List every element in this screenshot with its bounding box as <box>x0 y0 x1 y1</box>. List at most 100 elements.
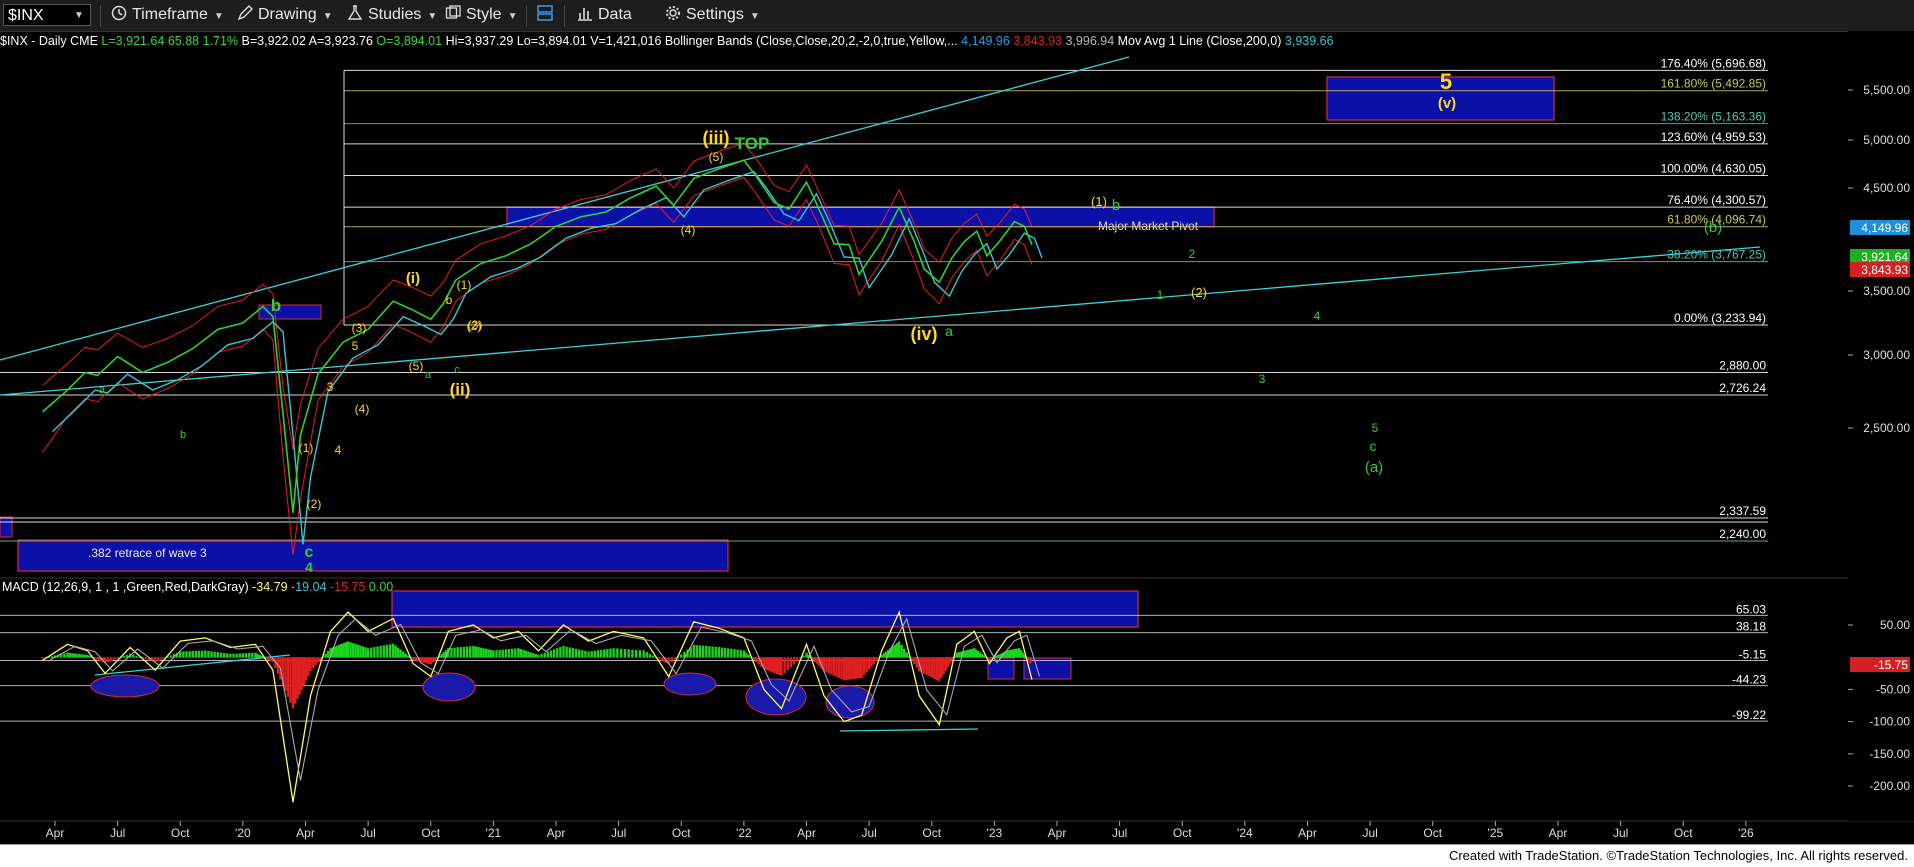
macd-histogram-bar <box>385 644 389 658</box>
macd-histogram-bar <box>88 655 91 658</box>
price-chart[interactable]: Major Market Pivot .382 retrace of wave 3… <box>0 31 1914 844</box>
fib-level-label: 76.40% (4,300.57) <box>1667 193 1766 207</box>
macd-last-value-label: -15.75 <box>1874 658 1908 672</box>
macd-histogram-bar <box>631 649 634 658</box>
macd-histogram-bar <box>204 650 207 658</box>
macd-histogram-bar <box>284 657 287 692</box>
macd-histogram-bar <box>207 650 210 658</box>
macd-histogram-bar <box>673 657 677 660</box>
macd-histogram-bar <box>351 643 355 658</box>
wave-label: 4 <box>305 559 313 575</box>
macd-histogram-bar <box>651 655 655 658</box>
macd-histogram-bar <box>338 644 341 658</box>
macd-axis-tick-label: -50.00 <box>1876 682 1910 696</box>
macd-histogram-bar <box>517 648 520 658</box>
macd-histogram-bar <box>456 647 459 658</box>
macd-histogram-bar <box>612 648 615 658</box>
macd-histogram-bar <box>307 657 310 676</box>
credit-text: Created with TradeStation. ©TradeStation… <box>1448 848 1908 863</box>
timeframe-menu[interactable]: Timeframe ▼ <box>110 5 224 25</box>
macd-histogram-bar <box>895 643 899 658</box>
chevron-down-icon: ▼ <box>507 11 518 22</box>
macd-signal-value: -19.04 <box>291 580 327 594</box>
time-axis-label: '24 <box>1237 826 1253 840</box>
style-menu[interactable]: Style ▼ <box>444 5 517 25</box>
wave-label: (iv) <box>911 324 938 344</box>
macd-histogram-bar <box>933 657 936 679</box>
macd-histogram-bar <box>755 657 758 663</box>
price-level-label: 2,337.59 <box>1719 504 1766 518</box>
macd-histogram-bar <box>232 653 235 658</box>
change-value: 65.88 <box>167 34 200 48</box>
macd-histogram-bar <box>401 651 405 658</box>
price-axis-tick-label: 3,000.00 <box>1863 348 1910 362</box>
layout-button[interactable] <box>536 5 558 25</box>
macd-histogram-bar <box>382 645 385 658</box>
macd-ellipse <box>825 685 875 719</box>
chevron-down-icon[interactable]: ▼ <box>70 5 88 27</box>
macd-histogram-bar <box>840 657 843 680</box>
macd-histogram-bar <box>742 650 746 658</box>
price-axis-tick-label: 2,500.00 <box>1863 421 1910 435</box>
macd-histogram-bar <box>938 657 941 682</box>
macd-histogram-bar <box>642 650 645 658</box>
macd-histogram-bar <box>422 657 426 663</box>
macd-histogram-bar <box>507 649 511 658</box>
macd-histogram-bar <box>78 654 82 658</box>
macd-histogram-bar <box>110 657 113 662</box>
macd-level-label: 38.18 <box>1736 620 1766 634</box>
macd-label: MACD (12,26,9, 1 , 1 ,Green,Red,DarkGray… <box>2 580 249 594</box>
macd-histogram-bar <box>492 650 495 658</box>
data-menu[interactable]: Data <box>576 5 632 25</box>
wave-label: (1) <box>457 278 472 292</box>
symbol-input[interactable]: $INX ▼ <box>3 4 91 26</box>
macd-histogram-bar <box>893 644 897 658</box>
macd-histogram-bar <box>897 641 901 658</box>
wave-label: 2 <box>1189 247 1196 261</box>
macd-histogram-bar <box>219 652 223 658</box>
timeframe-icon <box>111 5 127 21</box>
macd-histogram-bar <box>83 654 87 658</box>
macd-histogram-bar <box>670 657 674 663</box>
settings-label: Settings <box>686 6 744 23</box>
lo-value: Lo=3,894.01 <box>516 34 587 48</box>
macd-histogram-bar <box>577 649 581 658</box>
macd-histogram-bar <box>705 645 708 658</box>
drawing-menu[interactable]: Drawing ▼ <box>236 5 333 25</box>
price-axis-tick-label: 5,000.00 <box>1863 133 1910 147</box>
macd-histogram-bar <box>474 646 478 658</box>
fib-level-label: 38.20% (3,767.25) <box>1667 248 1766 262</box>
macd-histogram-bar <box>391 643 395 658</box>
moving-average-line <box>52 170 1043 545</box>
settings-menu[interactable]: Settings ▼ <box>664 5 760 25</box>
macd-histogram-bar <box>658 657 661 660</box>
macd-histogram-bar <box>510 648 514 658</box>
macd-histogram-bar <box>238 653 241 658</box>
macd-histogram-bar <box>359 645 362 658</box>
macd-histogram-bar <box>524 650 528 658</box>
macd-histogram-bar <box>76 653 79 658</box>
macd-histogram-bar <box>529 652 533 658</box>
macd-histogram-bar <box>964 650 967 658</box>
macd-histogram-bar <box>113 657 116 660</box>
macd-histogram-bar <box>634 649 638 658</box>
macd-histogram-bar <box>574 648 578 658</box>
macd-axis-tick-label: -200.00 <box>1869 779 1910 793</box>
macd-histogram-bar <box>720 647 724 658</box>
macd-box <box>987 657 1015 680</box>
time-axis-label: Jul <box>1613 826 1628 840</box>
macd-histogram-bar <box>723 647 727 658</box>
studies-menu[interactable]: Studies ▼ <box>346 5 437 25</box>
macd-histogram-bar <box>241 653 245 658</box>
macd-histogram-bar <box>867 657 871 670</box>
macd-histogram-bar <box>940 657 943 678</box>
macd-histogram-bar <box>333 646 337 658</box>
macd-histogram-bar <box>571 648 575 658</box>
macd-histogram-bar <box>135 655 138 658</box>
macd-histogram-bar <box>955 652 958 658</box>
time-axis-label: Jul <box>360 826 375 840</box>
price-level-label: 2,726.24 <box>1719 381 1766 395</box>
macd-histogram-bar <box>606 649 609 658</box>
wave-label: a <box>945 323 953 339</box>
wave-label: 5 <box>1372 421 1379 435</box>
